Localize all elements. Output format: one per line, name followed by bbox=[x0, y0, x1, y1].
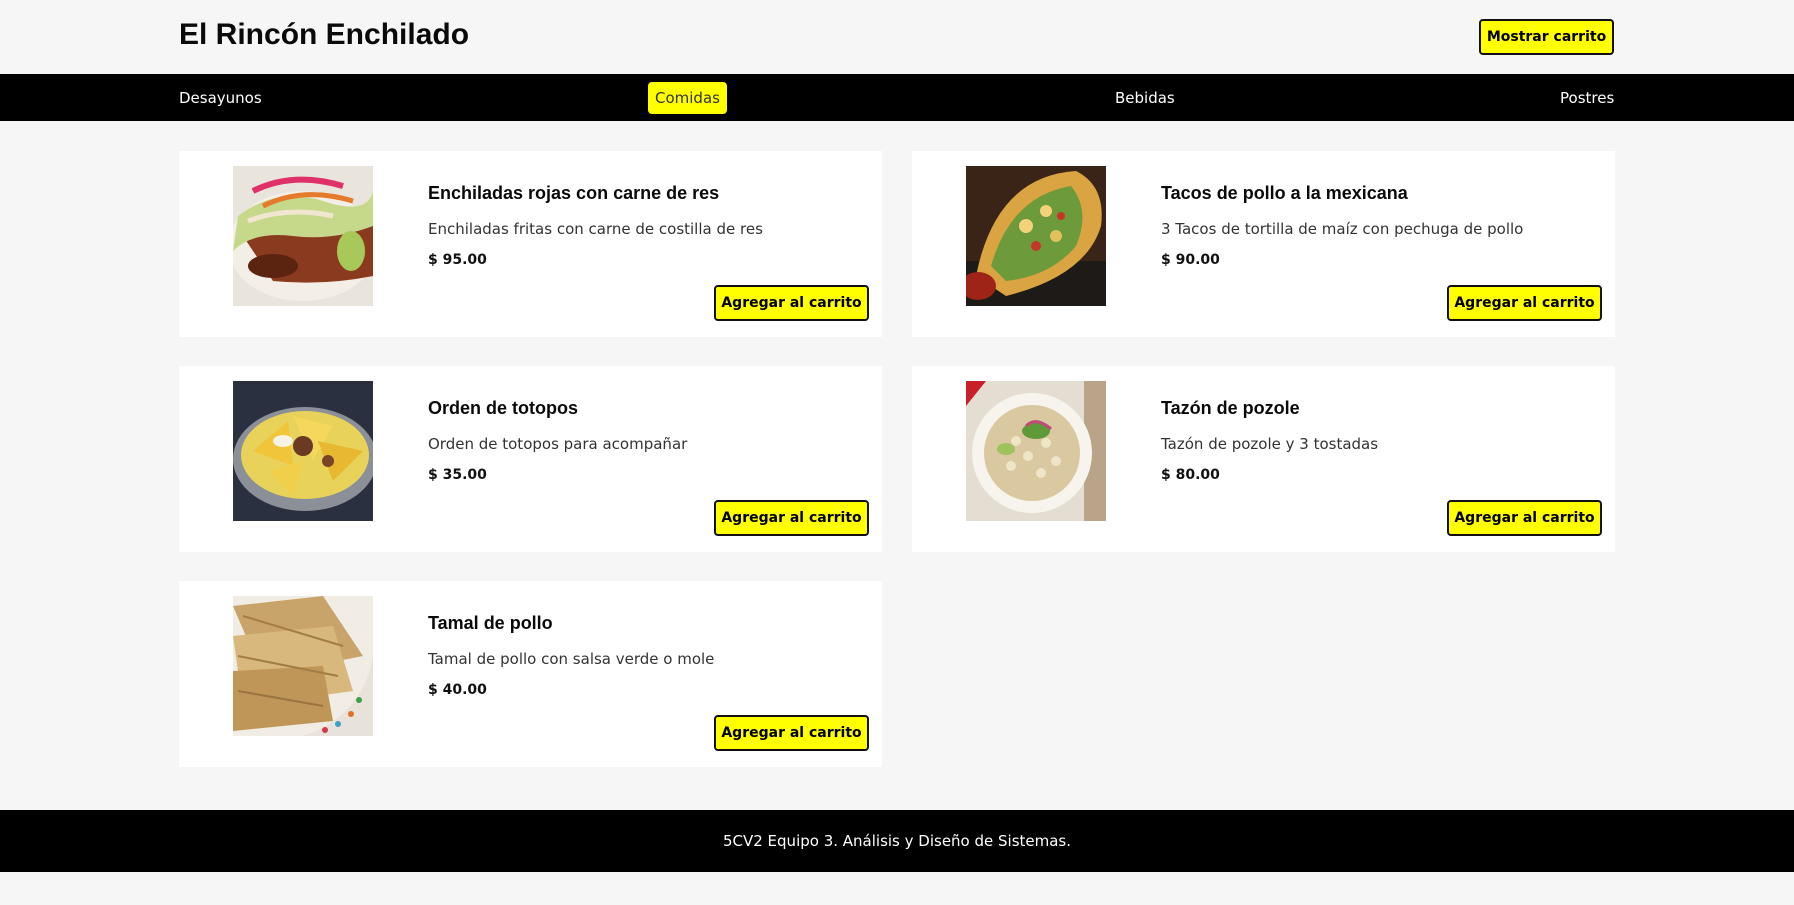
product-description: Enchiladas fritas con carne de costilla … bbox=[428, 220, 763, 238]
product-price: $ 80.00 bbox=[1161, 467, 1220, 483]
product-price: $ 35.00 bbox=[428, 467, 487, 483]
enchiladas-photo bbox=[233, 166, 373, 306]
show-cart-button[interactable]: Mostrar carrito bbox=[1479, 19, 1614, 55]
tamal-photo bbox=[233, 596, 373, 736]
product-price: $ 40.00 bbox=[428, 682, 487, 698]
product-card: Orden de totopos Orden de totopos para a… bbox=[179, 366, 882, 552]
product-description: 3 Tacos de tortilla de maíz con pechuga … bbox=[1161, 220, 1524, 238]
site-header: El Rincón Enchilado Mostrar carrito bbox=[0, 0, 1794, 74]
add-to-cart-button[interactable]: Agregar al carrito bbox=[714, 715, 869, 751]
product-card: Enchiladas rojas con carne de res Enchil… bbox=[179, 151, 882, 337]
product-description: Tazón de pozole y 3 tostadas bbox=[1161, 435, 1379, 453]
tacos-photo bbox=[966, 166, 1106, 306]
nav-item-comidas[interactable]: Comidas bbox=[648, 82, 727, 114]
product-description: Tamal de pollo con salsa verde o mole bbox=[428, 650, 715, 668]
add-to-cart-button[interactable]: Agregar al carrito bbox=[1447, 500, 1602, 536]
nav-item-bebidas[interactable]: Bebidas bbox=[1108, 82, 1182, 114]
site-footer: 5CV2 Equipo 3. Análisis y Diseño de Sist… bbox=[0, 810, 1794, 872]
product-description: Orden de totopos para acompañar bbox=[428, 435, 688, 453]
product-price: $ 95.00 bbox=[428, 252, 487, 268]
footer-text: 5CV2 Equipo 3. Análisis y Diseño de Sist… bbox=[722, 832, 1072, 850]
product-card: Tazón de pozole Tazón de pozole y 3 tost… bbox=[912, 366, 1615, 552]
product-card: Tacos de pollo a la mexicana 3 Tacos de … bbox=[912, 151, 1615, 337]
nav-item-postres[interactable]: Postres bbox=[1553, 82, 1621, 114]
pozole-photo bbox=[966, 381, 1106, 521]
product-title: Enchiladas rojas con carne de res bbox=[428, 183, 720, 203]
add-to-cart-button[interactable]: Agregar al carrito bbox=[1447, 285, 1602, 321]
product-title: Orden de totopos bbox=[428, 398, 578, 418]
totopos-photo bbox=[233, 381, 373, 521]
product-card: Tamal de pollo Tamal de pollo con salsa … bbox=[179, 581, 882, 767]
nav-item-desayunos[interactable]: Desayunos bbox=[172, 82, 269, 114]
add-to-cart-button[interactable]: Agregar al carrito bbox=[714, 500, 869, 536]
category-nav: Desayunos Comidas Bebidas Postres bbox=[0, 74, 1794, 121]
site-title: El Rincón Enchilado bbox=[179, 18, 470, 51]
product-title: Tacos de pollo a la mexicana bbox=[1161, 183, 1408, 203]
product-title: Tamal de pollo bbox=[428, 613, 553, 633]
add-to-cart-button[interactable]: Agregar al carrito bbox=[714, 285, 869, 321]
product-price: $ 90.00 bbox=[1161, 252, 1220, 268]
product-title: Tazón de pozole bbox=[1161, 398, 1300, 418]
